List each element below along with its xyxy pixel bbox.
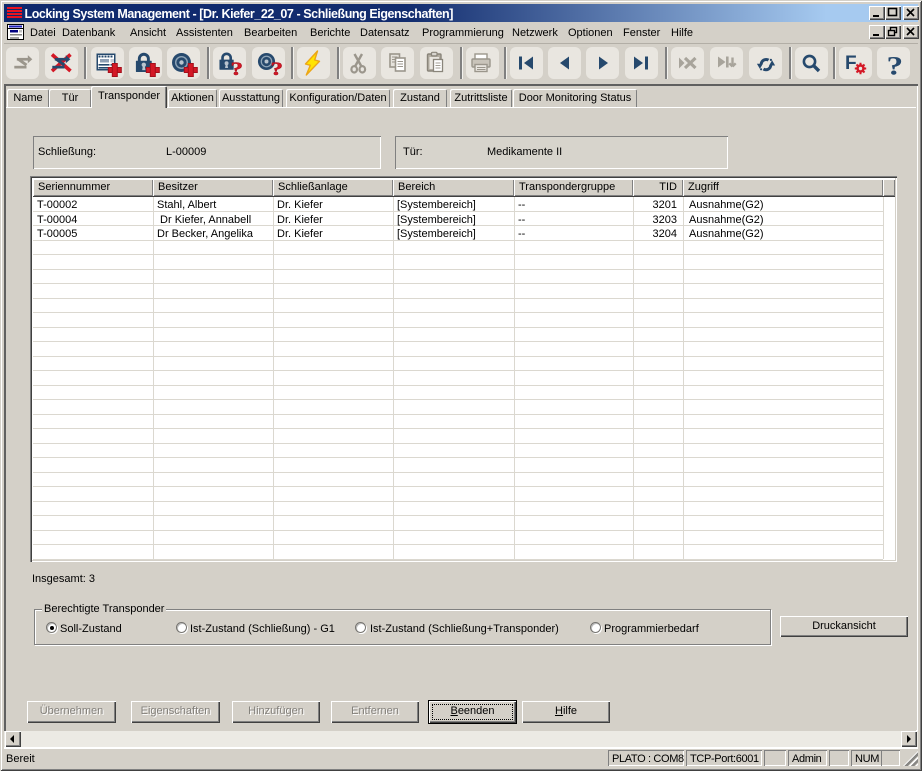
svg-text:?: ? (886, 52, 903, 81)
svg-text:?: ? (231, 58, 244, 79)
svg-text:F: F (845, 53, 857, 74)
svg-text:?: ? (270, 58, 283, 79)
